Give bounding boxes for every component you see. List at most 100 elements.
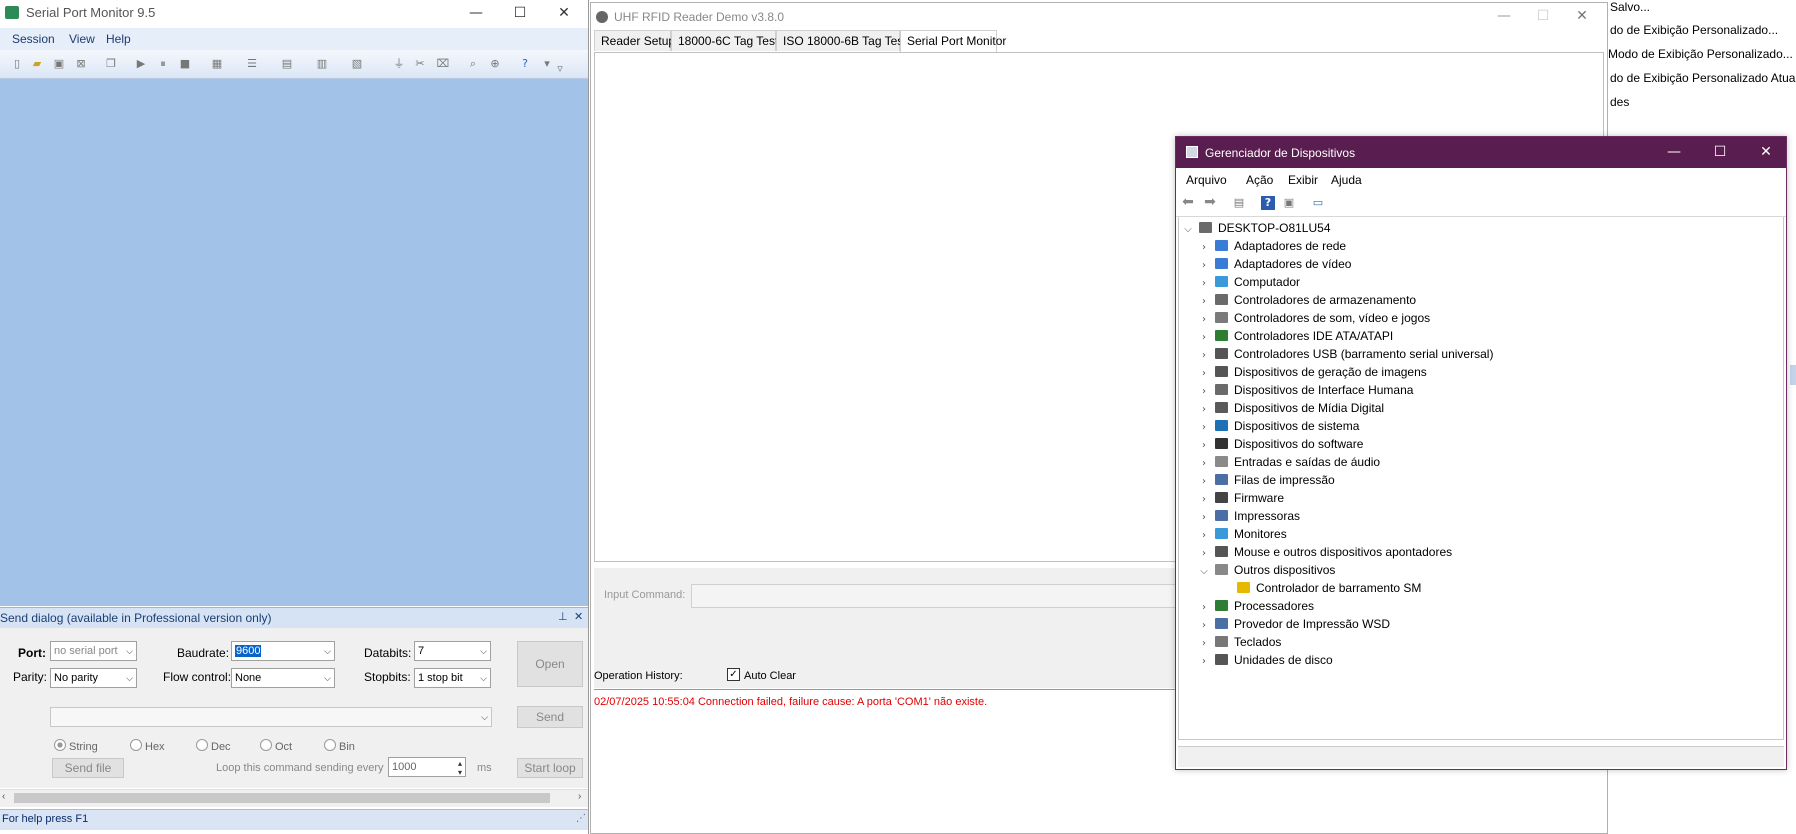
new-session-icon[interactable]: ▯: [10, 57, 24, 71]
input-command-field[interactable]: [691, 584, 1193, 608]
menu-exibir[interactable]: Exibir: [1288, 173, 1318, 187]
tree-item[interactable]: › Controladores de som, vídeo e jogos: [1197, 309, 1430, 327]
stopbits-select[interactable]: 1 stop bit ⌵: [414, 668, 491, 688]
auto-clear-checkbox[interactable]: ✓: [727, 668, 740, 681]
resize-grip-icon[interactable]: ⋰: [576, 813, 586, 824]
tree-item[interactable]: › Mouse e outros dispositivos apontadores: [1197, 543, 1452, 561]
scroll-left-icon[interactable]: ‹: [2, 791, 5, 802]
toolbar-overflow-icon[interactable]: ▿: [553, 62, 567, 76]
tree-item[interactable]: › Impressoras: [1197, 507, 1300, 525]
baudrate-select[interactable]: 9600 ⌵: [231, 641, 335, 661]
open-button[interactable]: Open: [517, 641, 583, 687]
tree-item[interactable]: ⌵ Outros dispositivos: [1197, 561, 1335, 579]
format-dec-radio[interactable]: Dec: [196, 739, 231, 753]
tree-item[interactable]: › Computador: [1197, 273, 1300, 291]
tab-serial-port-monitor[interactable]: Serial Port Monitor: [900, 30, 1006, 52]
dm-titlebar[interactable]: Gerenciador de Dispositivos — ☐ ✕: [1176, 137, 1786, 168]
loop-interval-input[interactable]: 1000 ▴ ▾: [388, 757, 466, 777]
tree-item[interactable]: › Unidades de disco: [1197, 651, 1333, 669]
uhf-minimize-button[interactable]: —: [1482, 3, 1526, 29]
forward-icon[interactable]: ➡: [1203, 195, 1217, 209]
flow-control-select[interactable]: None ⌵: [231, 668, 335, 688]
tree-item[interactable]: › Firmware: [1197, 489, 1284, 507]
tab-18000-6c[interactable]: 18000-6C Tag Test: [671, 30, 778, 51]
save-icon[interactable]: ▣: [52, 57, 66, 71]
format-oct-radio[interactable]: Oct: [260, 739, 292, 753]
modbus-view-icon[interactable]: ▧: [350, 57, 364, 71]
table-view-icon[interactable]: ▦: [210, 57, 224, 71]
tree-item[interactable]: › Dispositivos de Mídia Digital: [1197, 399, 1384, 417]
uhf-close-button[interactable]: ✕: [1560, 3, 1604, 29]
tree-item[interactable]: › Adaptadores de rede: [1197, 237, 1346, 255]
menu-arquivo[interactable]: Arquivo: [1186, 173, 1227, 187]
tree-item[interactable]: › Controladores IDE ATA/ATAPI: [1197, 327, 1393, 345]
tree-item[interactable]: › Dispositivos de geração de imagens: [1197, 363, 1427, 381]
back-icon[interactable]: ⬅: [1181, 195, 1195, 209]
maximize-button[interactable]: ☐: [498, 0, 542, 26]
dm-minimize-button[interactable]: —: [1652, 137, 1696, 168]
send-button[interactable]: Send: [517, 706, 583, 728]
filter-icon[interactable]: ⏚: [392, 57, 406, 71]
port-select[interactable]: no serial port ⌵: [50, 641, 137, 661]
spinner-icon[interactable]: ▴ ▾: [458, 759, 462, 777]
tab-reader-setup[interactable]: Reader Setup: [594, 30, 675, 51]
send-file-button[interactable]: Send file: [52, 758, 124, 778]
scroll-thumb[interactable]: [14, 793, 550, 803]
format-hex-radio[interactable]: Hex: [130, 739, 165, 753]
databits-select[interactable]: 7 ⌵: [414, 641, 491, 661]
close-session-icon[interactable]: ⊠: [74, 57, 88, 71]
menu-help[interactable]: Help: [106, 32, 131, 46]
tree-item[interactable]: › Controladores USB (barramento serial un…: [1197, 345, 1493, 363]
uhf-titlebar[interactable]: UHF RFID Reader Demo v3.8.0 — ☐ ✕: [591, 3, 1607, 31]
zoom-icon[interactable]: ⊕: [488, 57, 502, 71]
menu-session[interactable]: Session: [12, 32, 55, 46]
tree-child-item[interactable]: Controlador de barramento SM: [1233, 579, 1421, 597]
search-icon[interactable]: ⌕: [466, 57, 480, 71]
tools-icon[interactable]: ✂: [413, 57, 427, 71]
close-button[interactable]: ✕: [542, 0, 586, 26]
menu-ajuda[interactable]: Ajuda: [1331, 173, 1362, 187]
tree-item[interactable]: › Adaptadores de vídeo: [1197, 255, 1351, 273]
clear-icon[interactable]: ⌧: [436, 57, 450, 71]
dump-view-icon[interactable]: ▤: [280, 57, 294, 71]
uhf-maximize-button[interactable]: ☐: [1521, 3, 1565, 29]
tree-item[interactable]: › Controladores de armazenamento: [1197, 291, 1416, 309]
start-loop-button[interactable]: Start loop: [517, 758, 583, 778]
tree-root[interactable]: ⌵ DESKTOP-O81LU54: [1181, 219, 1330, 237]
start-icon[interactable]: ▶: [134, 57, 148, 71]
dm-maximize-button[interactable]: ☐: [1698, 137, 1742, 168]
open-session-icon[interactable]: ▰: [30, 57, 44, 71]
chevron-down-icon[interactable]: ▾: [540, 57, 554, 71]
parity-select[interactable]: No parity ⌵: [50, 668, 137, 688]
copy-icon[interactable]: ❐: [104, 57, 118, 71]
tree-item[interactable]: › Provedor de Impressão WSD: [1197, 615, 1390, 633]
tree-item[interactable]: › Dispositivos de sistema: [1197, 417, 1359, 435]
tab-iso-18000-6b[interactable]: ISO 18000-6B Tag Test: [776, 30, 907, 51]
line-view-icon[interactable]: ☰: [245, 57, 259, 71]
stop-icon[interactable]: ■: [178, 57, 192, 71]
help-icon[interactable]: ?: [518, 57, 532, 71]
view-icon[interactable]: ▣: [1282, 196, 1296, 210]
minimize-button[interactable]: —: [454, 0, 498, 26]
tree-item[interactable]: › Dispositivos de Interface Humana: [1197, 381, 1413, 399]
scan-hardware-icon[interactable]: ▭: [1311, 196, 1325, 210]
tree-item[interactable]: › Monitores: [1197, 525, 1287, 543]
tree-item[interactable]: › Teclados: [1197, 633, 1281, 651]
tree-item[interactable]: › Entradas e saídas de áudio: [1197, 453, 1380, 471]
properties-icon[interactable]: ▤: [1232, 196, 1246, 210]
pin-icon[interactable]: ⊥: [558, 610, 568, 623]
scroll-right-icon[interactable]: ›: [578, 791, 581, 802]
tree-item[interactable]: › Filas de impressão: [1197, 471, 1335, 489]
format-string-radio[interactable]: String: [54, 739, 98, 753]
menu-view[interactable]: View: [69, 32, 95, 46]
chevron-right-icon[interactable]: ›: [1197, 653, 1211, 671]
close-panel-icon[interactable]: ✕: [574, 610, 583, 623]
horizontal-scrollbar[interactable]: ‹ ›: [0, 789, 588, 807]
terminal-view-icon[interactable]: ▥: [315, 57, 329, 71]
tree-item[interactable]: › Processadores: [1197, 597, 1314, 615]
chevron-down-icon[interactable]: ⌵: [1197, 563, 1211, 581]
pause-icon[interactable]: ⏸: [156, 57, 170, 71]
menu-acao[interactable]: Ação: [1246, 173, 1273, 187]
format-bin-radio[interactable]: Bin: [324, 739, 355, 753]
spm-titlebar[interactable]: Serial Port Monitor 9.5 — ☐ ✕: [0, 0, 588, 26]
